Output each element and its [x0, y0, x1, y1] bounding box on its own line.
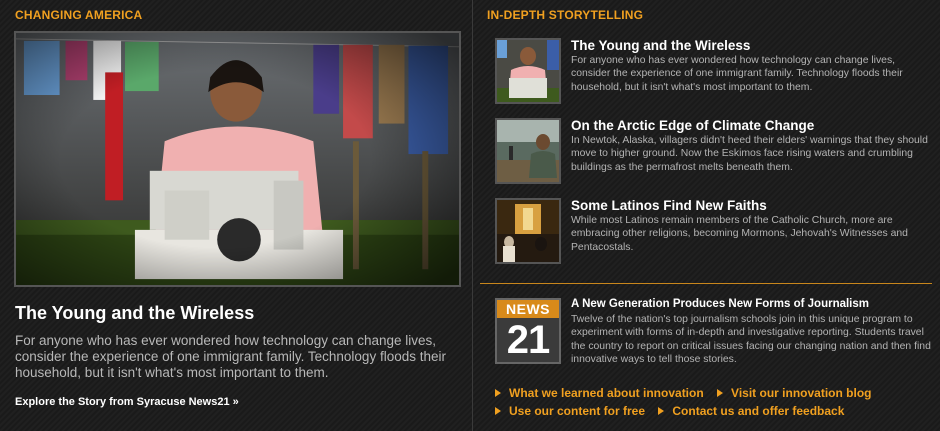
story-thumbnail[interactable] [495, 118, 561, 184]
section-divider [480, 283, 932, 284]
section-title-changing-america: CHANGING AMERICA [15, 8, 143, 22]
story-description: For anyone who has ever wondered how tec… [571, 55, 903, 93]
news21-logo-number: 21 [506, 318, 551, 362]
triangle-bullet-icon [658, 407, 665, 415]
story-description: In Newtok, Alaska, villagers didn't heed… [571, 135, 928, 173]
section-title-in-depth-storytelling: IN-DEPTH STORYTELLING [487, 8, 644, 22]
hero-story-description: For anyone who has ever wondered how tec… [15, 333, 446, 380]
triangle-bullet-icon [495, 389, 501, 397]
story-thumbnail[interactable] [495, 198, 561, 264]
news21-title[interactable]: A New Generation Produces New Forms of J… [571, 298, 869, 310]
story-thumbnail[interactable] [495, 38, 561, 104]
story-description: While most Latinos remain members of the… [571, 215, 908, 253]
innovation-learned-link[interactable]: What we learned about innovation [509, 386, 704, 400]
use-content-free-link[interactable]: Use our content for free [509, 404, 645, 418]
contact-feedback-link[interactable]: Contact us and offer feedback [672, 404, 844, 418]
church-interior-thumbnail-image [497, 200, 559, 262]
hero-story-title[interactable]: The Young and the Wireless [15, 303, 254, 324]
story-item[interactable]: Some Latinos Find New Faiths While most … [495, 198, 935, 264]
story-title[interactable]: On the Arctic Edge of Climate Change [571, 118, 814, 133]
story-item[interactable]: On the Arctic Edge of Climate Change In … [495, 118, 935, 184]
sewing-woman-thumbnail-image [497, 40, 559, 102]
explore-story-link[interactable]: Explore the Story from Syracuse News21 » [15, 396, 239, 408]
innovation-blog-link[interactable]: Visit our innovation blog [731, 386, 871, 400]
column-divider [472, 0, 473, 431]
triangle-bullet-icon [495, 407, 501, 415]
news21-description: Twelve of the nation's top journalism sc… [571, 314, 931, 365]
hero-photo-illustration [16, 33, 459, 285]
story-title[interactable]: The Young and the Wireless [571, 38, 750, 53]
news21-logo-text: NEWS [497, 300, 559, 318]
story-title[interactable]: Some Latinos Find New Faiths [571, 198, 767, 213]
link-row: Use our content for free Contact us and … [495, 404, 854, 418]
link-row: What we learned about innovation Visit o… [495, 386, 881, 400]
news21-logo[interactable]: NEWS 21 [495, 298, 561, 364]
story-item[interactable]: The Young and the Wireless For anyone wh… [495, 38, 935, 104]
hero-photo[interactable] [14, 31, 461, 287]
triangle-bullet-icon [717, 389, 724, 397]
arctic-village-thumbnail-image [497, 120, 559, 182]
